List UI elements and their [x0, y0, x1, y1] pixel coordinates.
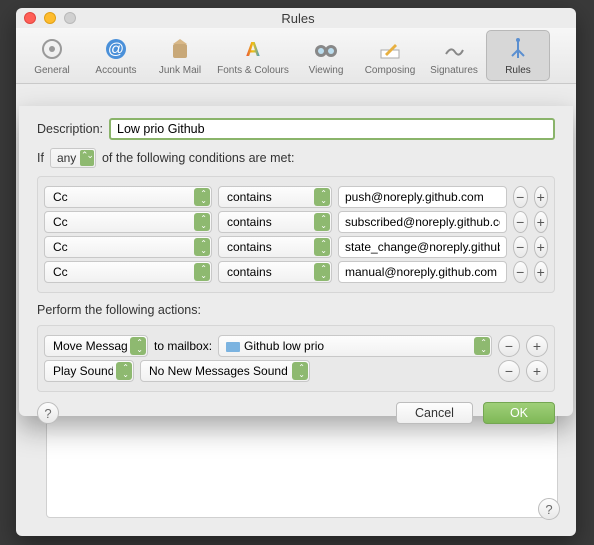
svg-text:A: A	[246, 39, 260, 61]
pencil-icon	[359, 33, 421, 65]
rules-list-box	[46, 408, 558, 518]
remove-condition-button[interactable]: −	[513, 211, 528, 233]
if-label: If	[37, 151, 44, 165]
conditions-suffix: of the following conditions are met:	[102, 151, 294, 165]
preferences-window: Rules General @ Accounts Junk Mail A Fon…	[16, 8, 576, 536]
condition-op-select[interactable]: contains	[218, 186, 332, 208]
window-title: Rules	[28, 11, 568, 26]
add-condition-button[interactable]: +	[534, 236, 549, 258]
tab-general[interactable]: General	[20, 30, 84, 81]
actions-box: Move Message⌃⌄ to mailbox: Github low pr…	[37, 325, 555, 392]
condition-field-select[interactable]: Cc	[44, 236, 212, 258]
condition-value-input[interactable]	[338, 186, 507, 208]
to-mailbox-label: to mailbox:	[154, 339, 212, 353]
add-condition-button[interactable]: +	[534, 261, 549, 283]
add-action-button[interactable]: +	[526, 360, 548, 382]
tab-viewing[interactable]: Viewing	[294, 30, 358, 81]
remove-condition-button[interactable]: −	[513, 261, 528, 283]
binoculars-icon	[295, 33, 357, 65]
signature-icon	[423, 33, 485, 65]
mailbox-select[interactable]	[218, 335, 492, 357]
remove-condition-button[interactable]: −	[513, 186, 528, 208]
junk-icon	[149, 33, 211, 65]
at-icon: @	[85, 33, 147, 65]
action-type-select[interactable]: Play Sound	[44, 360, 134, 382]
fonts-icon: A	[213, 33, 293, 65]
add-condition-button[interactable]: +	[534, 186, 549, 208]
tab-composing[interactable]: Composing	[358, 30, 422, 81]
ok-button[interactable]: OK	[483, 402, 555, 424]
edit-rule-sheet: Description: If any of the following con…	[19, 106, 573, 416]
condition-scope-select[interactable]: any	[50, 148, 96, 168]
tab-fonts[interactable]: A Fonts & Colours	[212, 30, 294, 81]
condition-field-select[interactable]: Cc	[44, 186, 212, 208]
add-condition-button[interactable]: +	[534, 211, 549, 233]
remove-action-button[interactable]: −	[498, 335, 520, 357]
cancel-button[interactable]: Cancel	[396, 402, 473, 424]
description-label: Description:	[37, 122, 103, 136]
condition-op-select[interactable]: contains	[218, 236, 332, 258]
condition-row: Cc⌃⌄ contains⌃⌄ − +	[44, 261, 548, 283]
rules-icon	[487, 33, 549, 65]
tab-signatures[interactable]: Signatures	[422, 30, 486, 81]
condition-value-input[interactable]	[338, 211, 507, 233]
condition-row: Cc⌃⌄ contains⌃⌄ − +	[44, 211, 548, 233]
tab-rules[interactable]: Rules	[486, 30, 550, 81]
condition-field-select[interactable]: Cc	[44, 261, 212, 283]
svg-text:@: @	[108, 41, 124, 58]
condition-op-select[interactable]: contains	[218, 211, 332, 233]
help-button-sheet[interactable]: ?	[37, 402, 59, 424]
conditions-box: Cc⌃⌄ contains⌃⌄ − + Cc⌃⌄ contains⌃⌄ − + …	[37, 176, 555, 293]
tab-accounts[interactable]: @ Accounts	[84, 30, 148, 81]
condition-row: Cc⌃⌄ contains⌃⌄ − +	[44, 236, 548, 258]
preferences-toolbar: General @ Accounts Junk Mail A Fonts & C…	[16, 28, 576, 84]
condition-value-input[interactable]	[338, 236, 507, 258]
action-row: Move Message⌃⌄ to mailbox: Github low pr…	[44, 335, 548, 357]
action-type-select[interactable]: Move Message	[44, 335, 148, 357]
condition-field-select[interactable]: Cc	[44, 211, 212, 233]
condition-value-input[interactable]	[338, 261, 507, 283]
remove-condition-button[interactable]: −	[513, 236, 528, 258]
description-input[interactable]	[109, 118, 555, 140]
remove-action-button[interactable]: −	[498, 360, 520, 382]
add-action-button[interactable]: +	[526, 335, 548, 357]
gear-icon	[21, 33, 83, 65]
sound-select[interactable]: No New Messages Sound	[140, 360, 310, 382]
condition-row: Cc⌃⌄ contains⌃⌄ − +	[44, 186, 548, 208]
condition-op-select[interactable]: contains	[218, 261, 332, 283]
help-button-main[interactable]: ?	[538, 498, 560, 520]
action-row: Play Sound⌃⌄ No New Messages Sound⌃⌄ − +	[44, 360, 548, 382]
actions-label: Perform the following actions:	[37, 303, 201, 317]
titlebar: Rules	[16, 8, 576, 28]
tab-junk[interactable]: Junk Mail	[148, 30, 212, 81]
